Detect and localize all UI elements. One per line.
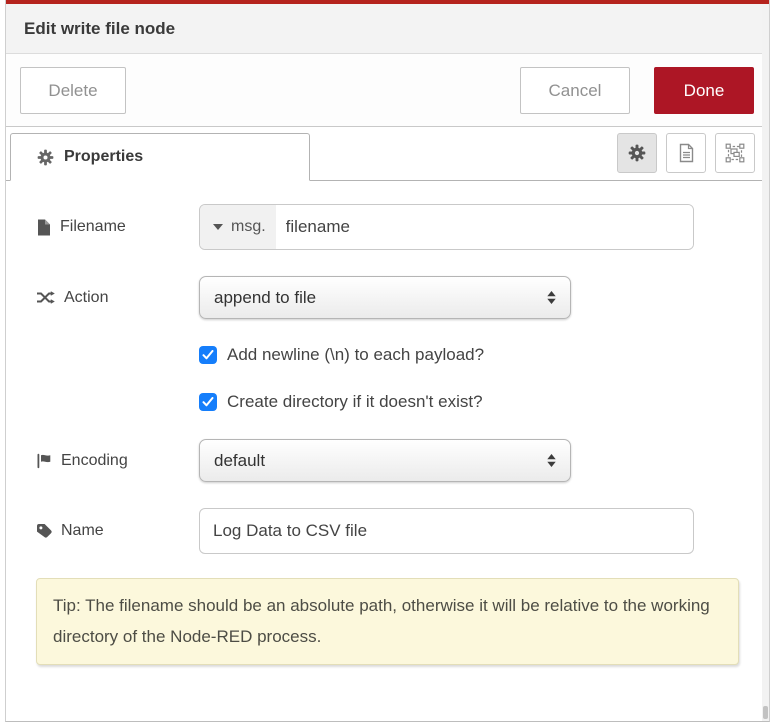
mkdir-checkbox-label[interactable]: Create directory if it doesn't exist?: [227, 392, 483, 412]
select-arrows-icon: [546, 453, 557, 468]
mkdir-checkbox[interactable]: [199, 393, 217, 411]
delete-button[interactable]: Delete: [20, 67, 126, 114]
name-label: Name: [61, 522, 104, 540]
tab-toolbar: [617, 133, 755, 173]
tip-text: Tip: The filename should be an absolute …: [53, 596, 710, 646]
dialog-title: Edit write file node: [24, 19, 175, 38]
editor-tab-bar: Properties: [6, 127, 769, 181]
newline-checkbox-row: Add newline (\n) to each payload?: [199, 345, 739, 365]
appearance-tab-button[interactable]: [715, 133, 755, 173]
tag-icon: [36, 523, 52, 539]
settings-tab-button[interactable]: [617, 133, 657, 173]
filename-input[interactable]: [276, 205, 693, 249]
description-tab-button[interactable]: [666, 133, 706, 173]
document-icon: [678, 143, 695, 163]
name-input[interactable]: [199, 508, 694, 554]
properties-form: Filename msg.: [6, 181, 769, 665]
filename-typed-input: msg.: [199, 204, 694, 250]
cancel-button[interactable]: Cancel: [520, 67, 630, 114]
dialog-header: Edit write file node: [6, 4, 769, 54]
encoding-row: Encoding default: [36, 439, 739, 482]
dialog-action-row: Delete Cancel Done: [6, 54, 769, 127]
filename-type-label: msg.: [231, 218, 266, 236]
encoding-label: Encoding: [61, 452, 128, 470]
select-arrows-icon: [546, 290, 557, 305]
checkmark-icon: [202, 350, 214, 360]
flag-icon: [36, 453, 52, 469]
tab-properties[interactable]: Properties: [10, 133, 310, 181]
tip-box: Tip: The filename should be an absolute …: [36, 578, 739, 665]
action-select-value: append to file: [214, 288, 316, 308]
checkmark-icon: [202, 397, 214, 407]
object-group-icon: [725, 143, 745, 163]
filename-label: Filename: [60, 218, 126, 236]
delete-button-label: Delete: [48, 81, 97, 101]
tab-properties-label: Properties: [64, 148, 143, 166]
encoding-select-value: default: [214, 451, 265, 471]
scrollbar-thumb[interactable]: [763, 706, 768, 719]
filename-label-group: Filename: [36, 218, 199, 236]
name-row: Name: [36, 508, 739, 554]
edit-node-dialog: Edit write file node Delete Cancel Done: [5, 0, 770, 722]
scrollbar-track[interactable]: [762, 4, 769, 721]
newline-checkbox-label[interactable]: Add newline (\n) to each payload?: [227, 345, 484, 365]
encoding-label-group: Encoding: [36, 452, 199, 470]
name-label-group: Name: [36, 522, 199, 540]
newline-checkbox[interactable]: [199, 346, 217, 364]
gear-icon: [628, 144, 646, 162]
cancel-button-label: Cancel: [549, 81, 602, 101]
action-row: Action append to file: [36, 276, 739, 319]
gear-icon: [37, 149, 54, 166]
file-icon: [36, 219, 51, 236]
filename-row: Filename msg.: [36, 204, 739, 250]
done-button-label: Done: [684, 81, 725, 101]
action-select[interactable]: append to file: [199, 276, 571, 319]
action-label-group: Action: [36, 289, 199, 307]
encoding-select[interactable]: default: [199, 439, 571, 482]
mkdir-checkbox-row: Create directory if it doesn't exist?: [199, 392, 739, 412]
caret-down-icon: [213, 224, 223, 230]
done-button[interactable]: Done: [654, 67, 754, 114]
filename-type-selector[interactable]: msg.: [200, 205, 276, 249]
action-label: Action: [64, 289, 108, 307]
shuffle-icon: [36, 290, 55, 305]
